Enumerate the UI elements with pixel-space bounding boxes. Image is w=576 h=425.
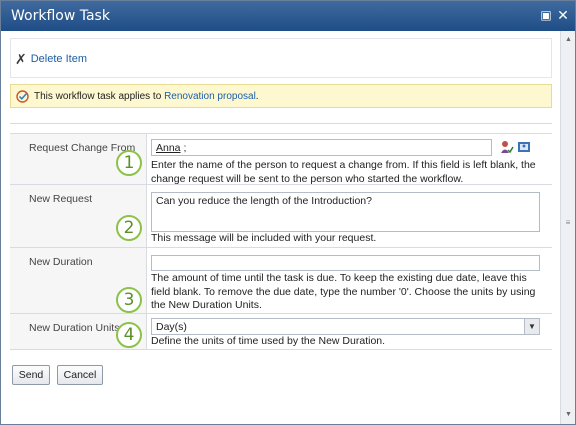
vertical-scrollbar[interactable]: ▲ ≡ ▼: [560, 31, 575, 424]
scroll-up-icon[interactable]: ▲: [564, 35, 573, 44]
workflow-check-icon: [16, 90, 29, 103]
new-duration-input[interactable]: [151, 255, 540, 271]
notice-link[interactable]: Renovation proposal: [164, 91, 256, 102]
person-name: Anna: [156, 142, 181, 154]
new-duration-units-value: Day(s): [156, 321, 187, 333]
row-new-request: New Request Can you reduce the length of…: [10, 185, 552, 248]
notice-text: This workflow task applies to Renovation…: [34, 91, 259, 102]
request-change-from-description: Enter the name of the person to request …: [151, 159, 536, 185]
dropdown-arrow-icon[interactable]: ▼: [524, 319, 539, 334]
new-request-description: This message will be included with your …: [151, 232, 377, 244]
person-separator: ;: [180, 142, 187, 154]
dialog-title: Workflow Task: [11, 8, 110, 24]
new-duration-units-select[interactable]: Day(s) ▼: [151, 318, 540, 335]
scroll-down-icon[interactable]: ▼: [564, 410, 573, 419]
row-new-duration: New Duration 3 The amount of time until …: [10, 248, 552, 314]
send-button[interactable]: Send: [12, 365, 50, 385]
new-request-textarea[interactable]: Can you reduce the length of the Introdu…: [151, 192, 540, 232]
browse-address-book-icon[interactable]: [517, 140, 531, 154]
delete-item-button[interactable]: ✗ Delete Item: [15, 51, 87, 67]
step-number-1: 1: [116, 150, 142, 176]
new-duration-units-label: New Duration Units: [29, 322, 120, 334]
step-number-3: 3: [116, 287, 142, 313]
row-request-change-from: Request Change From Anna ; 1 Enter the n…: [10, 134, 552, 185]
cancel-button[interactable]: Cancel: [57, 365, 103, 385]
notice-suffix: .: [255, 91, 259, 102]
request-change-from-label: Request Change From: [29, 142, 136, 154]
notice-prefix: This workflow task applies to: [34, 91, 165, 102]
title-bar: Workflow Task ▣ ✕: [1, 1, 575, 31]
close-icon[interactable]: ✕: [556, 8, 570, 22]
new-duration-label: New Duration: [29, 256, 93, 268]
maximize-icon[interactable]: ▣: [539, 8, 553, 22]
check-names-icon[interactable]: [500, 140, 514, 154]
workflow-notice: This workflow task applies to Renovation…: [10, 84, 552, 108]
scroll-grip-icon[interactable]: ≡: [564, 219, 572, 227]
new-duration-description: The amount of time until the task is due…: [151, 272, 536, 311]
new-request-label: New Request: [29, 193, 93, 205]
dialog-content: ✗ Delete Item This workflow task applies…: [2, 31, 560, 424]
ribbon-toolbar: ✗ Delete Item: [10, 38, 552, 78]
request-change-from-input[interactable]: Anna ;: [151, 139, 492, 156]
new-request-value: Can you reduce the length of the Introdu…: [156, 195, 372, 207]
form-top-divider: [10, 123, 552, 134]
new-duration-units-description: Define the units of time used by the New…: [151, 335, 386, 347]
delete-icon: ✗: [15, 51, 27, 67]
step-number-4: 4: [116, 322, 142, 348]
row-new-duration-units: New Duration Units Day(s) ▼ 4 Define the…: [10, 314, 552, 350]
workflow-task-dialog: Workflow Task ▣ ✕ ✗ Delete Item This wor…: [0, 0, 576, 425]
delete-item-label: Delete Item: [30, 53, 87, 65]
step-number-2: 2: [116, 215, 142, 241]
